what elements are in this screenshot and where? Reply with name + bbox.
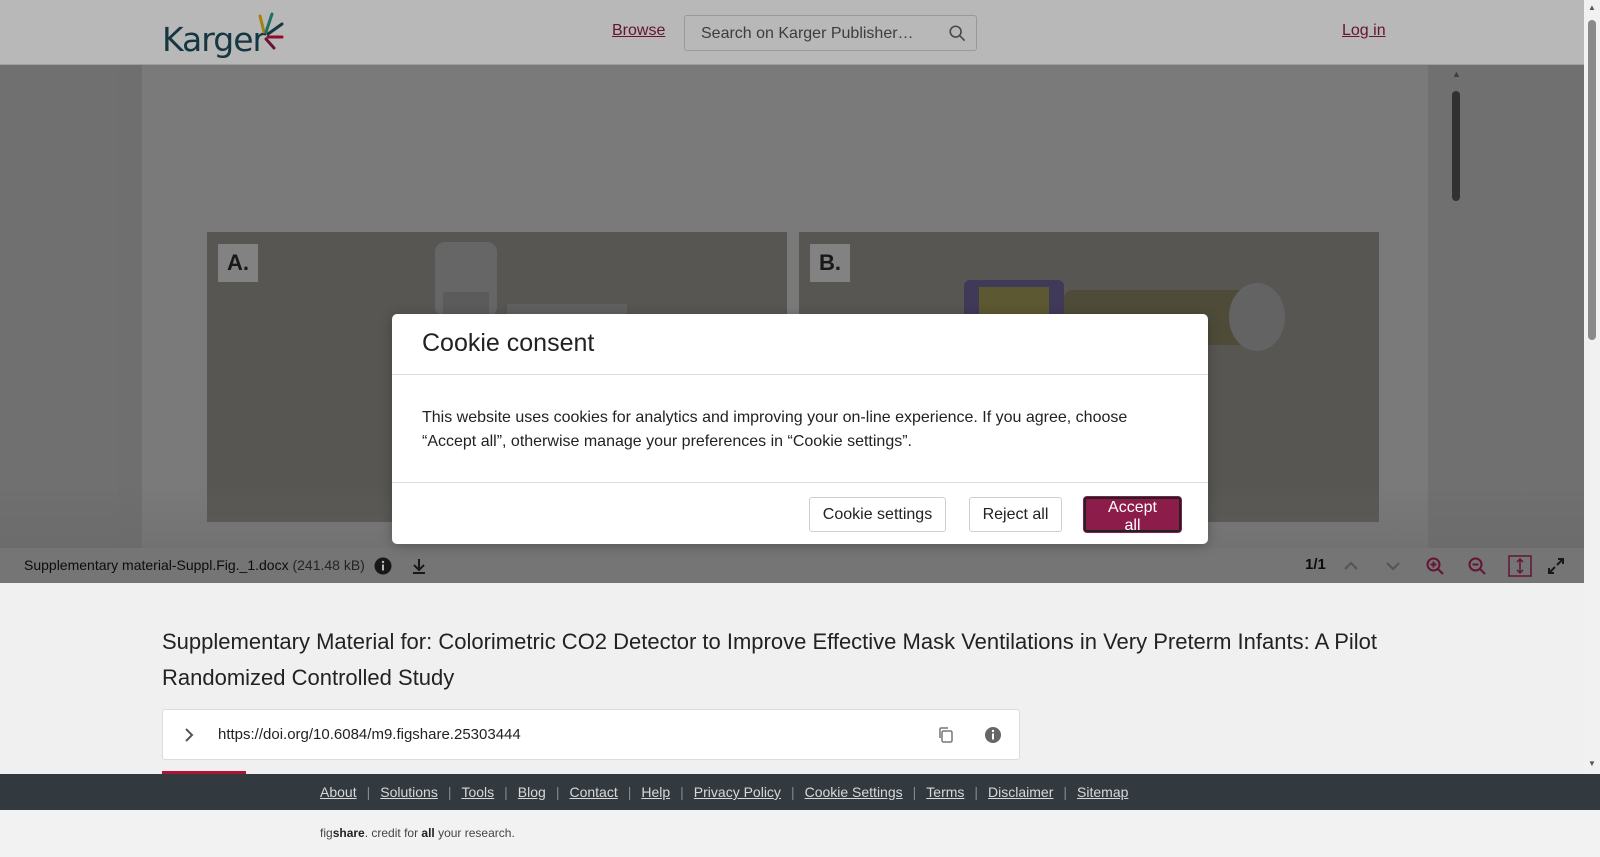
doi-info-icon[interactable] [984,726,1002,744]
footer-separator: | [790,784,795,800]
page-scrollbar[interactable]: ▲ ▼ [1584,0,1600,774]
reject-all-button[interactable]: Reject all [969,497,1062,532]
footer-separator: | [974,784,979,800]
credit-pre: fig [320,826,333,840]
footer-separator: | [555,784,560,800]
footer-separator: | [366,784,371,800]
page-scroll-down-icon[interactable]: ▼ [1588,759,1596,768]
footer-link-blog[interactable]: Blog [518,784,546,800]
accept-all-button[interactable]: Accept all [1084,497,1181,534]
footer-nav: About | Solutions | Tools | Blog | Contact | Help |… [0,774,1600,810]
footer-link-terms[interactable]: Terms [926,784,964,800]
dialog-title: Cookie consent [422,329,595,357]
footer-link-disclaimer[interactable]: Disclaimer [988,784,1053,800]
footer-link-cookie-settings[interactable]: Cookie Settings [805,784,903,800]
credit-all: all [421,826,435,840]
page-scroll-thumb[interactable] [1588,20,1596,340]
dialog-body: This website uses cookies for analytics … [422,409,1128,450]
footer-separator: | [912,784,917,800]
footer-link-tools[interactable]: Tools [461,784,494,800]
footer-link-solutions[interactable]: Solutions [380,784,438,800]
copy-icon[interactable] [937,726,955,744]
cookie-consent-dialog: Cookie consent This website uses cookies… [392,314,1208,544]
credit-post: your research. [434,826,515,840]
footer-link-about[interactable]: About [320,784,357,800]
footer-link-help[interactable]: Help [641,784,670,800]
dialog-divider [392,374,1208,375]
doi-box: https://doi.org/10.6084/m9.figshare.2530… [162,709,1020,760]
footer-links: About | Solutions | Tools | Blog | Contact | Help |… [320,784,1128,800]
footer-separator: | [680,784,684,800]
page-title: Supplementary Material for: Colorimetric… [162,629,1377,690]
dialog-divider [392,482,1208,483]
footer-link-sitemap[interactable]: Sitemap [1077,784,1128,800]
doi-link[interactable]: https://doi.org/10.6084/m9.figshare.2530… [218,726,521,743]
credit-mid: . credit for [364,826,422,840]
footer-separator: | [627,784,632,800]
footer-link-privacy-policy[interactable]: Privacy Policy [694,784,781,800]
footer-separator: | [1063,784,1068,800]
chevron-right-icon[interactable] [179,725,199,745]
cookie-settings-button[interactable]: Cookie settings [809,497,946,532]
footer-link-contact[interactable]: Contact [569,784,617,800]
footer-separator: | [504,784,508,800]
footer-separator: | [447,784,452,800]
footer-bottom: figshare. credit for all your research. [0,810,1600,857]
page-scroll-up-icon[interactable]: ▲ [1588,3,1596,12]
figshare-credit: figshare. credit for all your research. [320,826,515,840]
credit-brand: share [332,826,365,840]
